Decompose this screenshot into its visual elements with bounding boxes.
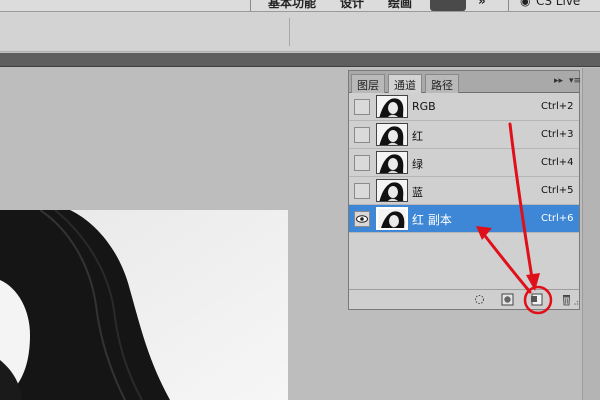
panel-tab-bar: 图层 通道 路径 ▸▸ ▾≡	[349, 71, 581, 93]
channel-name: 红 副本	[412, 213, 452, 227]
cs-live-button[interactable]: CS Live	[536, 0, 580, 8]
panel-footer	[349, 289, 579, 309]
collapse-panel-icon[interactable]: ▸▸	[554, 76, 563, 86]
tab-layers[interactable]: 图层	[351, 74, 385, 93]
separator	[508, 0, 509, 11]
tab-channels[interactable]: 通道	[388, 74, 422, 93]
workspace-switcher-bar: 基本功能 设计 绘画 » ◉ CS Live	[0, 0, 600, 12]
visibility-toggle[interactable]	[354, 99, 370, 115]
options-bar	[0, 12, 600, 52]
visibility-toggle[interactable]	[354, 211, 370, 227]
channel-shortcut: Ctrl+3	[541, 129, 574, 140]
channels-panel: 图层 通道 路径 ▸▸ ▾≡ RGB Ctrl+2 红 Ctrl+3 绿 Ctrl+4 蓝 C…	[348, 70, 581, 310]
document-tab-strip	[0, 53, 600, 67]
new-channel-icon[interactable]	[529, 292, 544, 307]
channel-name: 红	[412, 130, 423, 143]
eye-icon	[356, 215, 368, 223]
separator	[289, 18, 290, 46]
tab-paths[interactable]: 路径	[425, 74, 459, 93]
channel-thumbnail	[376, 179, 408, 202]
channel-row[interactable]: 蓝 Ctrl+5	[349, 177, 579, 205]
channel-row[interactable]: 绿 Ctrl+4	[349, 149, 579, 177]
resize-grip-icon[interactable]	[573, 292, 579, 307]
vertical-scrollbar[interactable]	[582, 68, 600, 400]
channel-row[interactable]: 红 Ctrl+3	[349, 121, 579, 149]
channel-shortcut: Ctrl+2	[541, 101, 574, 112]
channel-thumbnail	[376, 207, 408, 230]
double-chevron-icon[interactable]: »	[478, 0, 486, 8]
visibility-toggle[interactable]	[354, 155, 370, 171]
visibility-toggle[interactable]	[354, 183, 370, 199]
load-selection-icon[interactable]	[472, 292, 487, 307]
panel-menu-icon[interactable]: ▾≡	[569, 76, 581, 86]
channel-name: 蓝	[412, 186, 423, 199]
trash-icon[interactable]	[559, 292, 574, 307]
workspace-more-button[interactable]	[430, 0, 466, 11]
channel-shortcut: Ctrl+4	[541, 157, 574, 168]
save-selection-icon[interactable]	[500, 292, 515, 307]
cs-live-icon[interactable]: ◉	[520, 0, 530, 8]
channel-shortcut: Ctrl+5	[541, 185, 574, 196]
channel-thumbnail	[376, 95, 408, 118]
workspace-painting[interactable]: 绘画	[388, 0, 412, 11]
channel-name: 绿	[412, 158, 423, 171]
channel-thumbnail	[376, 123, 408, 146]
visibility-toggle[interactable]	[354, 127, 370, 143]
channel-row[interactable]: 红 副本 Ctrl+6	[349, 205, 579, 233]
separator	[250, 0, 251, 11]
channel-name: RGB	[412, 100, 436, 113]
workspace-design[interactable]: 设计	[340, 0, 364, 11]
photo-graphic	[0, 210, 288, 400]
channel-shortcut: Ctrl+6	[541, 213, 574, 224]
workspace-essentials[interactable]: 基本功能	[268, 0, 316, 11]
channel-row[interactable]: RGB Ctrl+2	[349, 93, 579, 121]
document-image[interactable]	[0, 210, 288, 400]
channel-thumbnail	[376, 151, 408, 174]
